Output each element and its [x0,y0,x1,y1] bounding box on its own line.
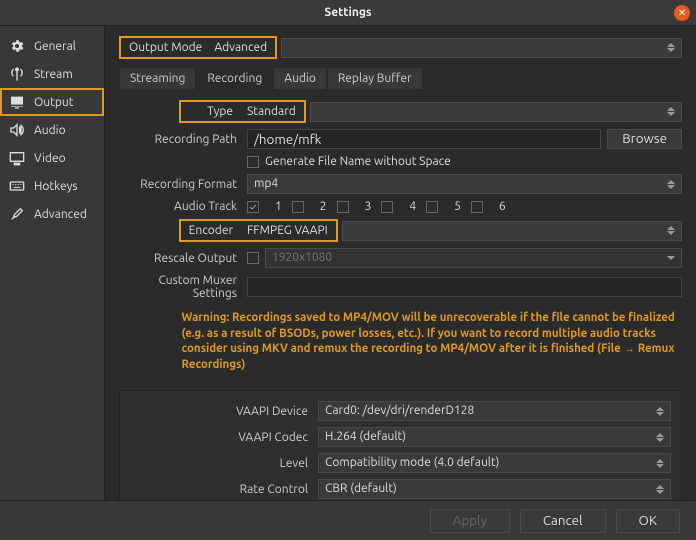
gen-filename-label: Generate File Name without Space [265,155,451,168]
audio-track-1-checkbox[interactable] [247,201,259,213]
sidebar-item-label: Hotkeys [34,180,78,193]
vaapi-codec-label: VAAPI Codec [130,431,318,444]
monitor-icon [8,150,26,166]
rescale-output-select: 1920x1080 [265,248,682,268]
apply-button: Apply [430,509,510,533]
sidebar-item-label: Output [34,96,73,109]
sidebar-item-stream[interactable]: Stream [0,60,104,88]
chevron-updown-icon [656,431,666,443]
antenna-icon [8,66,26,82]
tab-streaming[interactable]: Streaming [119,67,196,90]
sidebar-item-label: Video [34,152,66,165]
sidebar: General Stream Output Audio Video Hotkey… [0,26,105,500]
vaapi-device-select[interactable]: Card0: /dev/dri/renderD128 [318,401,671,421]
encoder-label: Encoder [183,224,241,237]
sidebar-item-label: Audio [34,124,66,137]
encoder-highlight: Encoder FFMPEG VAAPI [179,219,338,242]
level-select[interactable]: Compatibility mode (4.0 default) [318,453,671,473]
ok-button[interactable]: OK [616,509,680,533]
sidebar-item-output[interactable]: Output [0,88,104,116]
rate-control-select[interactable]: CBR (default) [318,479,671,499]
audio-track-2-checkbox[interactable] [292,201,304,213]
gen-filename-checkbox[interactable] [247,156,259,168]
type-label: Type [183,105,241,118]
chevron-updown-icon [656,405,666,417]
cancel-button[interactable]: Cancel [520,509,606,533]
sidebar-item-label: Stream [34,68,73,81]
speaker-icon [8,122,26,138]
audio-track-6-checkbox[interactable] [471,201,483,213]
browse-button[interactable]: Browse [607,129,682,149]
tab-audio[interactable]: Audio [273,67,327,90]
sidebar-item-label: General [34,40,76,53]
audio-track-5-checkbox[interactable] [426,201,438,213]
sidebar-item-advanced[interactable]: Advanced [0,200,104,228]
gear-icon [8,38,26,54]
sidebar-item-general[interactable]: General [0,32,104,60]
keyboard-icon [8,178,26,194]
encoder-settings-section: VAAPI Device Card0: /dev/dri/renderD128 … [119,390,682,500]
sidebar-item-hotkeys[interactable]: Hotkeys [0,172,104,200]
tab-replay-buffer[interactable]: Replay Buffer [327,67,423,90]
sidebar-item-audio[interactable]: Audio [0,116,104,144]
close-icon[interactable]: ✕ [674,5,690,21]
tools-icon [8,206,26,222]
chevron-updown-icon [656,457,666,469]
vaapi-device-label: VAAPI Device [130,405,318,418]
footer: Apply Cancel OK [0,500,696,540]
encoder-value[interactable]: FFMPEG VAAPI [241,222,334,239]
output-mode-label: Output Mode [123,39,208,56]
vaapi-codec-select[interactable]: H.264 (default) [318,427,671,447]
chevron-down-icon [667,252,677,264]
sidebar-item-video[interactable]: Video [0,144,104,172]
main-panel: Output Mode Advanced Streaming Recording… [105,26,696,500]
level-label: Level [130,457,318,470]
output-mode-value[interactable]: Advanced [208,39,273,56]
rescale-output-label: Rescale Output [119,252,247,265]
chevron-updown-icon [667,106,677,118]
recording-format-label: Recording Format [119,178,247,191]
rate-control-label: Rate Control [130,483,318,496]
titlebar: Settings ✕ [0,0,696,26]
type-highlight: Type Standard [179,100,306,123]
output-icon [8,94,26,110]
audio-track-4-checkbox[interactable] [381,201,393,213]
audio-track-3-checkbox[interactable] [337,201,349,213]
muxer-label: Custom Muxer Settings [119,274,247,300]
output-mode-highlight: Output Mode Advanced [119,36,277,59]
warning-text: Warning: Recordings saved to MP4/MOV wil… [168,306,682,384]
chevron-updown-icon [667,42,677,54]
tab-recording[interactable]: Recording [196,67,273,90]
recording-path-input[interactable] [247,129,601,149]
rescale-output-checkbox[interactable] [247,252,259,264]
chevron-updown-icon [656,483,666,495]
recording-format-select[interactable]: mp4 [247,174,682,194]
recording-path-label: Recording Path [119,133,247,146]
chevron-updown-icon [667,225,677,237]
type-value[interactable]: Standard [241,103,302,120]
encoder-select[interactable] [342,221,682,241]
output-mode-select[interactable] [281,38,682,58]
window-title: Settings [324,6,371,19]
tabs: Streaming Recording Audio Replay Buffer [119,67,682,90]
audio-track-label: Audio Track [119,200,247,213]
type-select[interactable] [310,102,682,122]
sidebar-item-label: Advanced [34,208,87,221]
muxer-input[interactable] [247,277,682,297]
chevron-updown-icon [667,178,677,190]
